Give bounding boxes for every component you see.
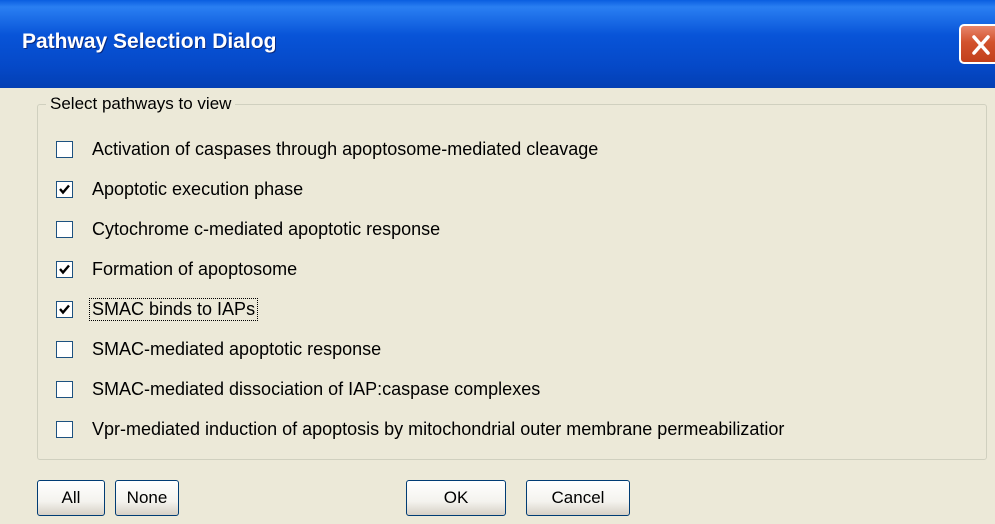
pathway-label: Cytochrome c-mediated apoptotic response [92, 218, 441, 239]
pathway-item[interactable]: Apoptotic execution phase [56, 177, 305, 201]
pathway-label: Vpr-mediated induction of apoptosis by m… [92, 418, 785, 439]
pathway-item[interactable]: Activation of caspases through apoptosom… [56, 137, 600, 161]
pathway-label: SMAC binds to IAPs [88, 297, 259, 321]
none-button[interactable]: None [115, 480, 179, 516]
pathway-checkbox[interactable] [56, 180, 73, 198]
pathway-checkbox[interactable] [56, 140, 73, 158]
pathway-label: Formation of apoptosome [92, 258, 298, 279]
pathway-label: SMAC-mediated apoptotic response [92, 338, 382, 359]
pathway-item[interactable]: Formation of apoptosome [56, 257, 299, 281]
groupbox-legend: Select pathways to view [46, 94, 236, 114]
pathway-label: SMAC-mediated dissociation of IAP:caspas… [92, 378, 541, 399]
pathway-item[interactable]: SMAC-mediated apoptotic response [56, 337, 383, 361]
pathway-checkbox[interactable] [56, 340, 73, 358]
checkmark-icon [59, 264, 70, 274]
pathway-label: Apoptotic execution phase [92, 178, 304, 199]
dialog-content: Select pathways to view Activation of ca… [0, 88, 995, 524]
pathway-item[interactable]: Vpr-mediated induction of apoptosis by m… [56, 417, 786, 441]
window-title: Pathway Selection Dialog [22, 30, 277, 53]
close-button[interactable] [959, 24, 995, 64]
title-bar[interactable]: Pathway Selection Dialog [0, 0, 995, 88]
pathway-selection-dialog: Pathway Selection Dialog Select pathways… [0, 0, 995, 524]
pathway-checkbox[interactable] [56, 420, 73, 438]
pathway-checkbox[interactable] [56, 260, 73, 278]
pathway-item[interactable]: SMAC-mediated dissociation of IAP:caspas… [56, 377, 542, 401]
pathway-label: Activation of caspases through apoptosom… [92, 138, 599, 159]
pathway-item[interactable]: SMAC binds to IAPs [56, 297, 259, 321]
cancel-button[interactable]: Cancel [526, 480, 630, 516]
pathway-checkbox[interactable] [56, 300, 73, 318]
checkmark-icon [59, 304, 70, 314]
checkmark-icon [59, 184, 70, 194]
close-icon [972, 35, 990, 55]
ok-button[interactable]: OK [406, 480, 506, 516]
pathway-checkbox[interactable] [56, 220, 73, 238]
pathway-checkbox[interactable] [56, 380, 73, 398]
pathway-item[interactable]: Cytochrome c-mediated apoptotic response [56, 217, 442, 241]
all-button[interactable]: All [37, 480, 105, 516]
